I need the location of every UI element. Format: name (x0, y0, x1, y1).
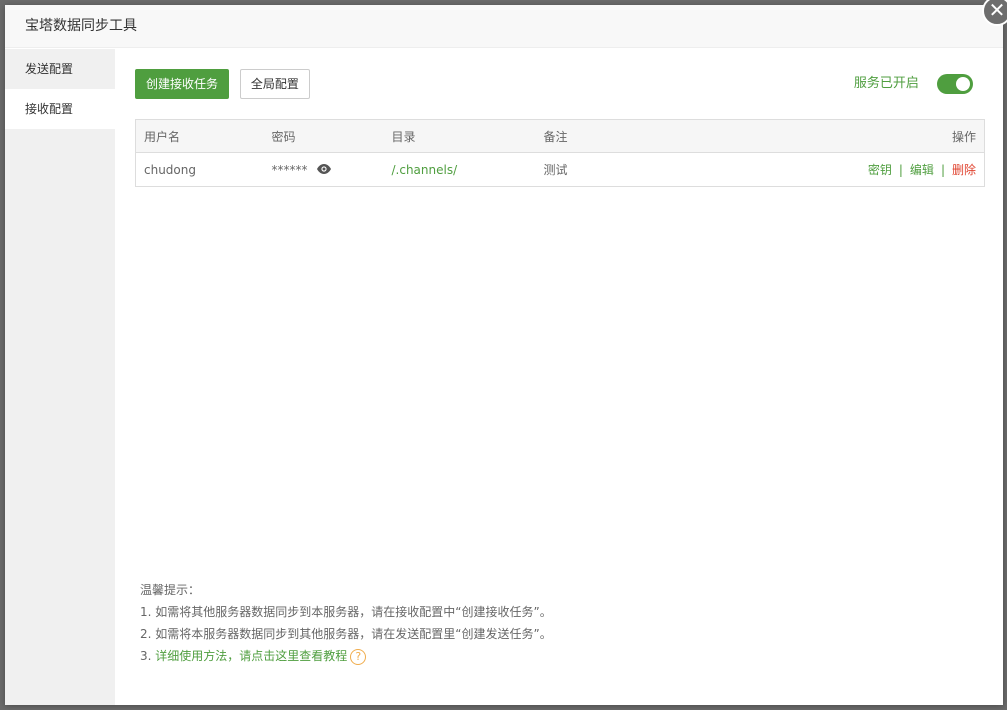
receive-task-table: 用户名 密码 目录 备注 操作 chudong ****** /.channel… (135, 119, 985, 187)
global-config-button[interactable]: 全局配置 (239, 69, 310, 99)
column-header-dir: 目录 (383, 119, 536, 153)
tutorial-link[interactable]: 详细使用方法，请点击这里查看教程 (155, 649, 347, 663)
column-header-password: 密码 (263, 119, 384, 153)
tip-line-1: 1. 如需将其他服务器数据同步到本服务器，请在接收配置中“创建接收任务”。 (140, 605, 552, 619)
table-row: chudong ****** /.channels/ 测试 密钥 | 编辑 | 删除 (136, 153, 985, 187)
toggle-knob (956, 77, 970, 91)
service-toggle[interactable] (937, 74, 973, 94)
cell-dir: /.channels/ (384, 153, 536, 187)
table-header-row: 用户名 密码 目录 备注 操作 (135, 119, 985, 153)
op-separator: | (940, 163, 945, 177)
cell-remark: 测试 (543, 163, 568, 177)
password-mask: ****** (271, 162, 308, 177)
tip-line-3-prefix: 3. (140, 649, 156, 663)
eye-icon[interactable] (317, 163, 332, 177)
dir-link[interactable]: /.channels/ (392, 163, 458, 177)
service-status: 服务已开启 (854, 69, 973, 99)
sync-tool-dialog: 宝塔数据同步工具 ✕ 发送配置 接收配置 创建接收任务 全局配置 服务已开启 用… (5, 0, 1007, 705)
cell-password: ****** (264, 153, 384, 187)
key-link[interactable]: 密钥 (868, 163, 892, 177)
column-header-user: 用户名 (135, 119, 264, 153)
column-header-remark: 备注 (535, 119, 628, 153)
cell-op: 密钥 | 编辑 | 删除 (627, 153, 984, 187)
sidebar: 发送配置 接收配置 (5, 49, 115, 705)
op-separator: | (898, 163, 903, 177)
edit-link[interactable]: 编辑 (910, 163, 934, 177)
column-header-op: 操作 (627, 119, 985, 153)
tips-title: 温馨提示： (140, 583, 201, 597)
tip-line-2: 2. 如需将本服务器数据同步到其他服务器，请在发送配置里“创建发送任务”。 (140, 627, 552, 641)
sidebar-item-receive-config[interactable]: 接收配置 (5, 89, 115, 129)
dialog-title: 宝塔数据同步工具 (5, 5, 1003, 48)
help-circle-icon[interactable]: ? (350, 649, 367, 665)
delete-link[interactable]: 删除 (952, 163, 976, 177)
tips-section: 温馨提示： 1. 如需将其他服务器数据同步到本服务器，请在接收配置中“创建接收任… (140, 579, 552, 667)
sidebar-item-send-config[interactable]: 发送配置 (5, 49, 115, 89)
tip-line-3: 3. 详细使用方法，请点击这里查看教程? (140, 645, 552, 667)
create-receive-task-button[interactable]: 创建接收任务 (135, 69, 230, 99)
cell-user: chudong (144, 162, 196, 177)
toolbar: 创建接收任务 全局配置 服务已开启 (135, 69, 983, 99)
service-status-label: 服务已开启 (853, 76, 919, 91)
